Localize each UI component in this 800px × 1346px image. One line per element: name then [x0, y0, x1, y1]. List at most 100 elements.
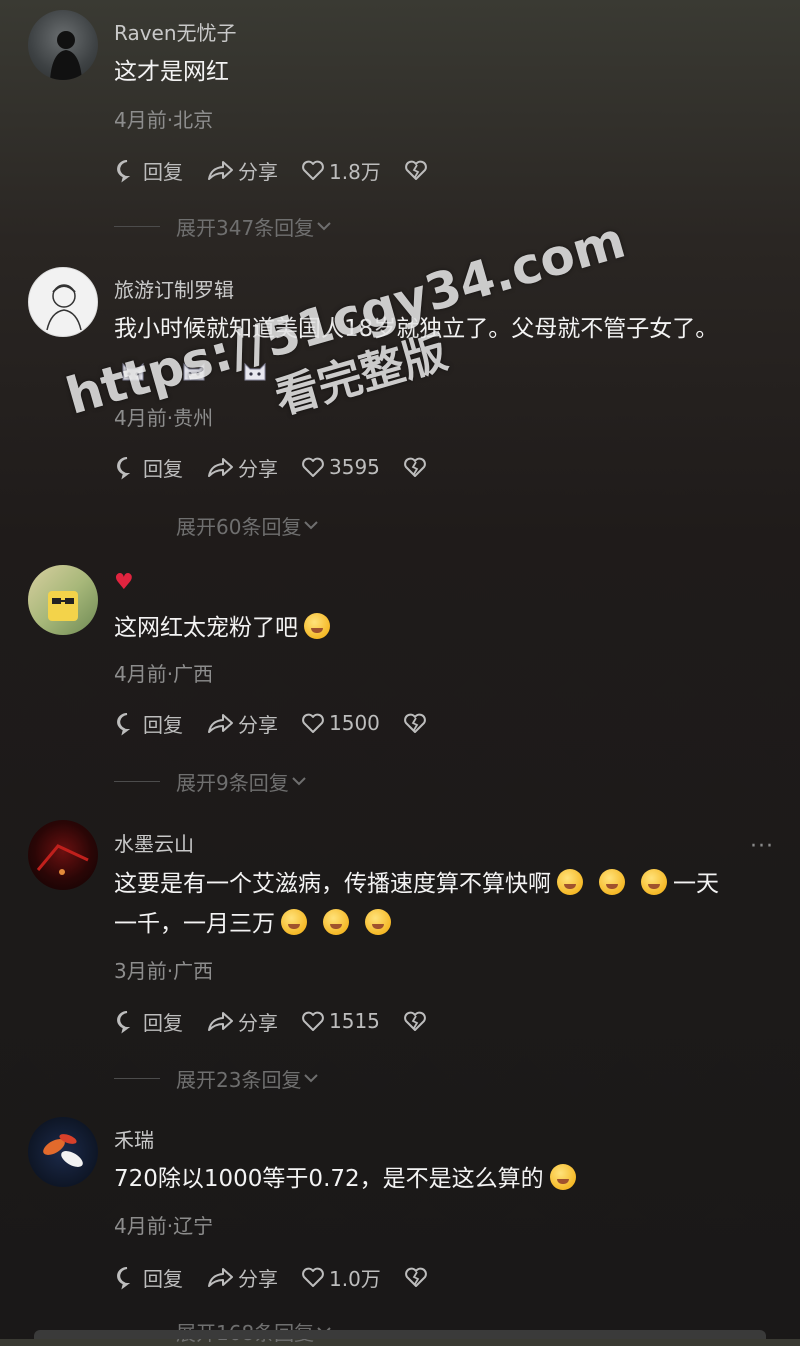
share-label: 分享 — [238, 712, 278, 737]
chevron-down-icon — [304, 1074, 319, 1083]
chevron-down-icon — [317, 222, 331, 231]
dislike-button[interactable] — [402, 1008, 431, 1034]
expand-replies-button[interactable]: 展开23条回复 — [114, 1065, 321, 1092]
reply-button[interactable]: 回复 — [114, 453, 183, 482]
reply-icon — [117, 1011, 131, 1034]
comment-text-line1-tail: 一天 — [673, 871, 719, 897]
laughing-emoji-icon — [557, 869, 583, 895]
comment-text-line1: 这要是有一个艾滋病，传播速度算不算快啊 — [114, 871, 551, 897]
reply-button[interactable]: 回复 — [114, 156, 183, 185]
cat-emoji-icon — [120, 360, 146, 382]
comment-text: 我小时候就知道美国人18岁就独立了。父母就不管子女了。 — [114, 316, 719, 342]
laughing-emoji-icon — [323, 909, 349, 935]
like-count: 1.0万 — [329, 1266, 381, 1291]
dislike-heart-icon — [404, 160, 427, 180]
divider-line — [114, 525, 160, 526]
expand-replies-label: 展开23条回复 — [176, 1067, 302, 1092]
avatar-silhouette-icon — [50, 31, 82, 80]
username[interactable]: ♥ — [114, 570, 134, 595]
comment-text: 这要是有一个艾滋病，传播速度算不算快啊 一天 一千，一月三万 — [114, 864, 774, 944]
avatar[interactable] — [28, 565, 98, 635]
avatar[interactable] — [28, 10, 98, 80]
emoji-row — [120, 360, 282, 386]
share-icon — [208, 1012, 233, 1031]
like-count: 3595 — [329, 455, 380, 479]
share-label: 分享 — [238, 1010, 278, 1035]
reply-icon — [117, 713, 131, 736]
dislike-button[interactable] — [402, 710, 431, 736]
share-icon — [208, 1268, 233, 1287]
dislike-heart-icon — [404, 457, 426, 477]
expand-replies-button[interactable]: 展开347条回复 — [114, 213, 334, 240]
like-heart-icon — [302, 457, 324, 477]
share-label: 分享 — [238, 456, 278, 481]
like-button[interactable]: 1.0万 — [300, 1263, 381, 1292]
like-button[interactable]: 1500 — [300, 710, 380, 736]
divider-line — [114, 780, 160, 782]
comment-actions: 回复 分享 1500 — [114, 708, 453, 738]
share-icon — [208, 714, 233, 733]
comment-meta: 4月前·辽宁 — [114, 1214, 214, 1238]
avatar-cartoon-icon — [48, 591, 78, 621]
username[interactable]: 禾瑞 — [114, 1124, 154, 1153]
like-button[interactable]: 1.8万 — [300, 156, 381, 185]
reply-icon — [117, 160, 131, 183]
divider-line — [114, 225, 160, 227]
like-button[interactable]: 3595 — [300, 454, 380, 480]
reply-button[interactable]: 回复 — [114, 1263, 183, 1292]
like-heart-icon — [302, 1011, 324, 1031]
username[interactable]: Raven无忧子 — [114, 17, 237, 46]
cat-emoji-icon — [242, 360, 268, 382]
like-count: 1515 — [329, 1009, 380, 1033]
share-button[interactable]: 分享 — [205, 156, 278, 185]
avatar-ink-icon — [36, 844, 89, 875]
expand-replies-label: 展开60条回复 — [176, 514, 302, 539]
share-icon — [208, 458, 233, 477]
share-button[interactable]: 分享 — [205, 453, 278, 482]
comment-meta: 4月前·广西 — [114, 662, 214, 686]
comment-actions: 回复 分享 1515 — [114, 1006, 453, 1036]
divider-line — [114, 1077, 160, 1079]
reply-icon — [117, 457, 131, 480]
like-heart-icon — [302, 160, 324, 180]
comment-actions: 回复 分享 1.0万 — [114, 1262, 454, 1292]
comment-meta: 4月前·北京 — [114, 108, 214, 132]
comment-text-line2: 一千，一月三万 — [114, 911, 275, 937]
dislike-button[interactable] — [402, 454, 431, 480]
dislike-button[interactable] — [403, 1264, 432, 1290]
share-button[interactable]: 分享 — [205, 1007, 278, 1036]
like-heart-icon — [302, 713, 324, 733]
avatar-koi-icon — [43, 1134, 83, 1167]
comment-text-body: 这网红太宠粉了吧 — [114, 615, 298, 641]
reply-label: 回复 — [143, 159, 183, 184]
like-button[interactable]: 1515 — [300, 1008, 380, 1034]
username[interactable]: 旅游订制罗辑 — [114, 274, 234, 303]
laughing-emoji-icon — [641, 869, 667, 895]
share-label: 分享 — [238, 1266, 278, 1291]
expand-replies-button[interactable]: 展开60条回复 — [114, 512, 321, 539]
comment-text: 这才是网红 — [114, 59, 229, 85]
share-button[interactable]: 分享 — [205, 1263, 278, 1292]
reply-label: 回复 — [143, 1266, 183, 1291]
cat-emoji-icon — [181, 360, 207, 382]
chevron-down-icon — [292, 777, 306, 786]
share-button[interactable]: 分享 — [205, 709, 278, 738]
comment-text: 720除以1000等于0.72，是不是这么算的 — [114, 1159, 774, 1199]
reply-label: 回复 — [143, 1010, 183, 1035]
comment-meta: 4月前·贵州 — [114, 406, 214, 430]
expand-replies-button[interactable]: 展开9条回复 — [114, 768, 309, 795]
crying-emoji-icon — [304, 613, 330, 639]
avatar[interactable] — [28, 820, 98, 890]
like-count: 1.8万 — [329, 159, 381, 184]
more-icon[interactable]: ··· — [750, 834, 774, 859]
dislike-button[interactable] — [403, 157, 432, 183]
share-label: 分享 — [238, 159, 278, 184]
bottom-sheet-edge — [34, 1330, 766, 1339]
username[interactable]: 水墨云山 — [114, 828, 194, 857]
reply-button[interactable]: 回复 — [114, 1007, 183, 1036]
avatar[interactable] — [28, 267, 98, 337]
reply-button[interactable]: 回复 — [114, 709, 183, 738]
avatar[interactable] — [28, 1117, 98, 1187]
reply-label: 回复 — [143, 456, 183, 481]
avatar-sketch-icon — [46, 284, 82, 331]
